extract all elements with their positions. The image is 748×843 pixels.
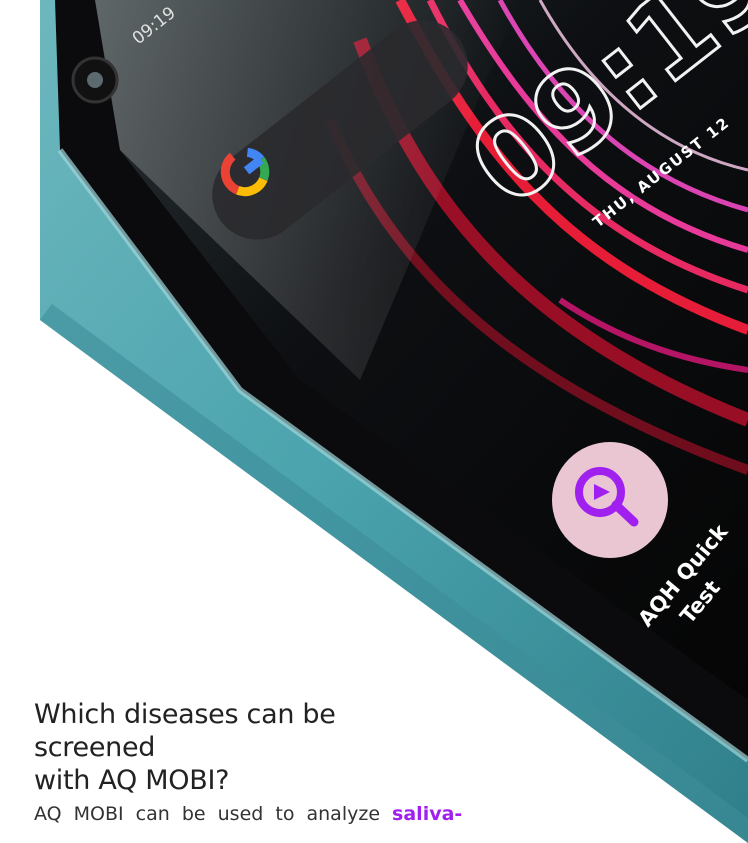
body-paragraph: AQ MOBI can be used to analyze saliva- bbox=[34, 800, 734, 828]
heading-line1: Which diseases can be screened bbox=[34, 699, 336, 763]
body-prefix: AQ MOBI can be used to analyze bbox=[34, 803, 393, 825]
body-highlight[interactable]: saliva- bbox=[392, 803, 462, 825]
aqh-quick-test-app-icon[interactable] bbox=[552, 442, 668, 558]
heading-line2: with AQ MOBI? bbox=[34, 765, 230, 796]
section-heading: Which diseases can be screened with AQ M… bbox=[34, 698, 454, 797]
